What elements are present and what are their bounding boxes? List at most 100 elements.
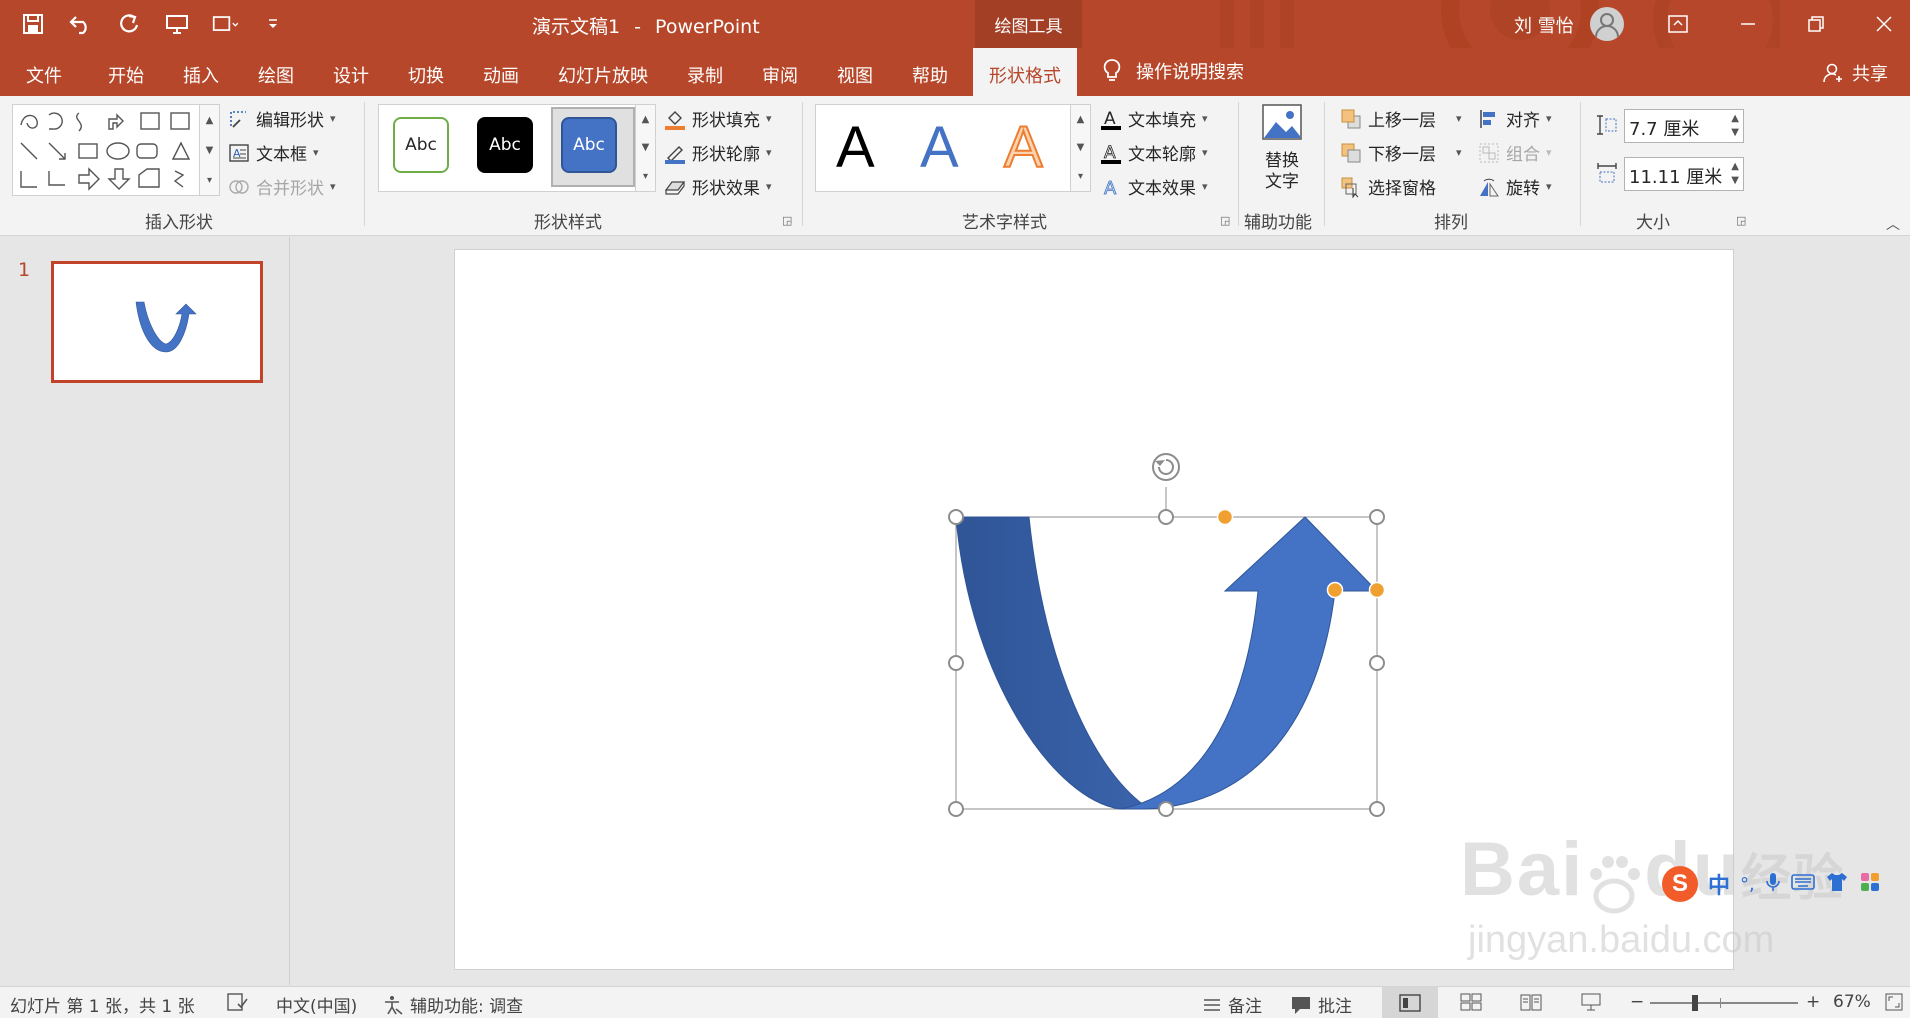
redo-icon[interactable] — [116, 11, 142, 37]
shape-width-input[interactable]: 11.11 厘米 ▲ ▼ — [1624, 157, 1744, 191]
shape-style-preset-3[interactable]: Abc — [561, 117, 617, 173]
layout-icon[interactable] — [212, 11, 238, 37]
comments-button[interactable]: 批注 — [1290, 992, 1352, 1017]
adjust-handle-arrow-head[interactable] — [1368, 581, 1386, 599]
shape-style-preset-2[interactable]: Abc — [477, 117, 533, 173]
width-spinner[interactable]: ▲ ▼ — [1731, 160, 1739, 188]
tab-home[interactable]: 开始 — [108, 62, 144, 88]
shape-outline-button[interactable]: 形状轮廓 ▾ — [664, 140, 772, 165]
resize-handle-left[interactable] — [948, 655, 964, 671]
tab-file[interactable]: 文件 — [26, 62, 62, 88]
scroll-up-icon[interactable]: ▲ — [642, 114, 650, 125]
shape-style-preset-1[interactable]: Abc — [393, 117, 449, 173]
collapse-ribbon-icon[interactable]: ︿ — [1886, 214, 1900, 234]
resize-handle-bottom-left[interactable] — [948, 801, 964, 817]
reading-view-icon[interactable] — [1520, 992, 1542, 1012]
tab-slideshow[interactable]: 幻灯片放映 — [558, 62, 648, 88]
edit-shape-button[interactable]: 编辑形状 ▾ — [228, 106, 336, 131]
keyboard-icon[interactable] — [1790, 873, 1815, 896]
accessibility-status[interactable]: 辅助功能: 调查 — [382, 992, 523, 1017]
present-from-start-icon[interactable] — [164, 11, 190, 37]
pentagon-shape-icon[interactable] — [138, 168, 160, 188]
elbow-arrow-connector-shape-icon[interactable] — [48, 171, 65, 186]
ribbon-display-options-icon[interactable] — [1648, 0, 1708, 48]
tab-review[interactable]: 审阅 — [762, 62, 798, 88]
scribble-shape-icon[interactable] — [173, 170, 185, 188]
customize-qat-icon[interactable] — [260, 11, 286, 37]
right-arrow-shape-icon[interactable] — [78, 167, 100, 191]
zoom-out-icon[interactable]: − — [1630, 992, 1644, 1012]
dialog-launcher-icon[interactable]: ◲ — [782, 214, 792, 227]
zoom-in-icon[interactable]: + — [1806, 992, 1820, 1012]
selection-pane-button[interactable]: 选择窗格 — [1340, 174, 1436, 199]
scroll-up-icon[interactable]: ▲ — [206, 115, 214, 126]
shapes-gallery[interactable]: ▲ ▼ ▾ — [12, 104, 220, 196]
triangle-shape-icon[interactable] — [171, 141, 191, 160]
wordart-scroll[interactable]: ▲ ▼ ▾ — [1070, 105, 1090, 191]
shapes-gallery-scroll[interactable]: ▲ ▼ ▾ — [199, 105, 219, 195]
scroll-down-icon[interactable]: ▼ — [1077, 142, 1085, 153]
more-icon[interactable]: ▾ — [207, 175, 212, 186]
shape-effects-button[interactable]: 形状效果 ▾ — [664, 174, 772, 199]
slideshow-view-icon[interactable] — [1580, 992, 1602, 1012]
line-shape-icon[interactable] — [20, 142, 38, 160]
resize-handle-top-right[interactable] — [1369, 509, 1385, 525]
spell-check-icon[interactable] — [226, 992, 248, 1012]
oval-shape-icon[interactable] — [106, 142, 130, 160]
tab-insert[interactable]: 插入 — [183, 62, 219, 88]
curved-arrow-shape-icon[interactable] — [48, 112, 63, 130]
ime-mode-label[interactable]: 中 — [1708, 868, 1730, 900]
resize-handle-top[interactable] — [1158, 509, 1174, 525]
vertical-text-shape-icon[interactable] — [170, 112, 190, 130]
shape-styles-gallery[interactable]: Abc Abc Abc ▲ ▼ ▾ — [378, 104, 656, 192]
height-spinner[interactable]: ▲ ▼ — [1731, 112, 1739, 140]
arrow-line-shape-icon[interactable] — [48, 142, 66, 160]
adjust-handle-top[interactable] — [1216, 508, 1234, 526]
rectangle-shape-icon[interactable] — [78, 143, 98, 159]
tab-animations[interactable]: 动画 — [483, 62, 519, 88]
text-effects-button[interactable]: A 文本效果 ▾ — [1100, 174, 1208, 199]
share-button[interactable]: 共享 — [1822, 60, 1888, 86]
ime-voice-icon[interactable] — [1765, 871, 1781, 898]
resize-handle-bottom[interactable] — [1158, 801, 1174, 817]
zoom-slider[interactable] — [1650, 995, 1798, 1011]
bring-forward-button[interactable]: 上移一层 ▾ — [1340, 106, 1462, 131]
send-backward-button[interactable]: 下移一层 ▾ — [1340, 140, 1462, 165]
dialog-launcher-icon[interactable]: ◲ — [1220, 214, 1230, 227]
adjust-handle-arrow-width[interactable] — [1326, 581, 1344, 599]
tab-transitions[interactable]: 切换 — [408, 62, 444, 88]
curve-shape-icon[interactable] — [76, 112, 82, 132]
ime-punctuation-icon[interactable]: °, — [1740, 874, 1755, 895]
text-box-button[interactable]: A 文本框 ▾ — [228, 140, 319, 165]
resize-handle-right[interactable] — [1369, 655, 1385, 671]
language-status[interactable]: 中文(中国) — [276, 992, 357, 1017]
wordart-gallery[interactable]: A A A ▲ ▼ ▾ — [815, 104, 1091, 192]
tab-design[interactable]: 设计 — [333, 62, 369, 88]
skin-shirt-icon[interactable] — [1825, 871, 1849, 898]
align-button[interactable]: 对齐 ▾ — [1478, 106, 1552, 131]
fit-to-window-icon[interactable] — [1884, 992, 1904, 1012]
slide-canvas[interactable] — [454, 249, 1734, 970]
shape-fill-button[interactable]: 形状填充 ▾ — [664, 106, 772, 131]
bent-arrow-shape-icon[interactable] — [108, 113, 124, 130]
zoom-slider-thumb[interactable] — [1692, 995, 1698, 1011]
tab-view[interactable]: 视图 — [837, 62, 873, 88]
normal-view-button[interactable] — [1382, 987, 1438, 1018]
notes-button[interactable]: 备注 — [1202, 992, 1262, 1017]
wordart-preset-orange-outline[interactable]: A — [1003, 114, 1044, 181]
alt-text-button[interactable]: 替换 文字 — [1254, 102, 1310, 193]
minimize-icon[interactable] — [1718, 0, 1778, 48]
shape-styles-scroll[interactable]: ▲ ▼ ▾ — [635, 105, 655, 191]
slide-sorter-icon[interactable] — [1460, 992, 1482, 1012]
save-icon[interactable] — [20, 11, 46, 37]
freeform-shape-icon[interactable] — [20, 114, 38, 129]
curved-up-arrow-shape[interactable] — [955, 516, 1379, 810]
avatar[interactable] — [1590, 7, 1624, 41]
rounded-rectangle-shape-icon[interactable] — [136, 143, 158, 159]
wordart-preset-black[interactable]: A — [836, 115, 875, 181]
resize-handle-bottom-right[interactable] — [1369, 801, 1385, 817]
ime-toolbar[interactable]: S 中 °, — [1662, 863, 1910, 905]
slide-count-status[interactable]: 幻灯片 第 1 张，共 1 张 — [10, 992, 195, 1017]
rotate-handle-icon[interactable] — [1152, 453, 1180, 481]
tab-help[interactable]: 帮助 — [912, 62, 948, 88]
